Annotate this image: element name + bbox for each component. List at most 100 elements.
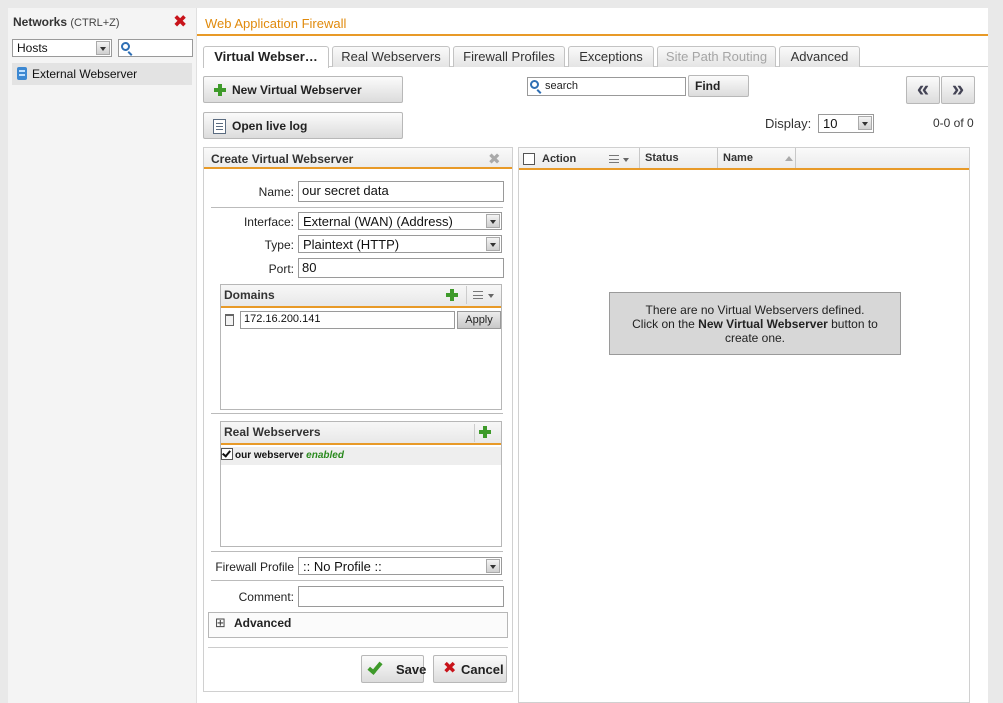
network-item-external-webserver[interactable]: External Webserver: [12, 63, 192, 85]
open-live-log-label: Open live log: [232, 119, 308, 133]
type-select[interactable]: Plaintext (HTTP): [298, 235, 502, 253]
empty-message-prefix: Click on the: [632, 317, 699, 331]
display-count-select[interactable]: 10: [818, 114, 874, 133]
port-field[interactable]: 80: [298, 258, 504, 278]
menu-icon: [609, 155, 619, 163]
tab-real-webservers[interactable]: Real Webservers: [332, 46, 450, 67]
interface-label: Interface:: [243, 215, 294, 229]
divider: [211, 551, 503, 552]
real-webserver-status: enabled: [306, 450, 344, 461]
column-status-label: Status: [645, 152, 679, 164]
delete-domain-button[interactable]: [224, 313, 236, 327]
chevron-down-icon: [486, 559, 500, 573]
port-label: Port:: [268, 262, 294, 276]
empty-state-message: There are no Virtual Webservers defined.…: [609, 292, 901, 355]
network-item-label: External Webserver: [32, 67, 138, 81]
networks-title: Networks (CTRL+Z): [13, 15, 120, 29]
close-icon[interactable]: ✖: [173, 13, 187, 30]
cancel-label: Cancel: [461, 662, 504, 677]
chevron-down-icon: [96, 41, 110, 55]
advanced-label: Advanced: [234, 616, 292, 630]
name-field[interactable]: our secret data: [298, 181, 504, 202]
column-action-label: Action: [542, 153, 577, 165]
host-icon: [17, 67, 27, 80]
empty-message-line3: create one.: [724, 331, 786, 345]
real-webserver-entry: our webserver enabled: [235, 450, 344, 461]
type-value: Plaintext (HTTP): [303, 237, 400, 252]
empty-message-line2: Click on the New Virtual Webserver butto…: [610, 317, 900, 331]
firewall-profile-value: :: No Profile ::: [303, 559, 382, 574]
search-input[interactable]: search: [527, 77, 686, 96]
prev-page-button[interactable]: «: [906, 76, 940, 104]
real-webserver-checkbox[interactable]: [221, 448, 233, 460]
comment-field[interactable]: [298, 586, 504, 607]
tab-virtual-webservers[interactable]: Virtual Webser…: [203, 46, 329, 68]
name-label: Name:: [258, 185, 294, 199]
chevron-down-icon: [486, 237, 500, 251]
apply-button[interactable]: Apply: [457, 311, 501, 329]
domains-menu-button[interactable]: [471, 289, 497, 301]
create-form-title: Create Virtual Webserver: [204, 148, 512, 169]
next-page-button[interactable]: »: [941, 76, 975, 104]
select-all-checkbox[interactable]: [523, 153, 535, 165]
real-webservers-title-text: Real Webservers: [224, 425, 321, 439]
sort-ascending-icon: [785, 156, 793, 161]
tab-firewall-profiles[interactable]: Firewall Profiles: [453, 46, 565, 67]
column-name-label: Name: [723, 152, 753, 164]
plus-icon: [214, 84, 226, 96]
check-icon: [222, 448, 231, 458]
chevron-down-icon: [488, 294, 494, 298]
networks-panel: [8, 8, 197, 703]
firewall-profile-label: Firewall Profile: [215, 560, 294, 574]
domains-title: Domains: [221, 285, 501, 308]
log-icon: [213, 119, 226, 134]
find-button[interactable]: Find: [688, 75, 749, 97]
plus-icon: [446, 289, 458, 301]
cancel-button[interactable]: ✖ Cancel: [433, 655, 507, 683]
tab-exceptions[interactable]: Exceptions: [568, 46, 654, 67]
divider: [466, 286, 467, 304]
networks-shortcut: (CTRL+Z): [70, 17, 120, 29]
title-divider: [197, 34, 988, 36]
networks-title-text: Networks: [13, 15, 68, 29]
add-real-webserver-button[interactable]: [479, 426, 491, 438]
plus-icon: [479, 426, 491, 438]
networks-search-input[interactable]: [118, 39, 193, 57]
result-count: 0-0 of 0: [933, 116, 974, 130]
action-column-menu[interactable]: [609, 154, 633, 166]
divider: [211, 207, 503, 208]
real-webserver-name: our webserver: [235, 450, 304, 461]
divider: [474, 424, 475, 442]
new-virtual-webserver-button[interactable]: New Virtual Webserver: [203, 76, 403, 103]
add-domain-button[interactable]: [446, 289, 458, 301]
chevron-down-icon: [858, 116, 872, 130]
tab-advanced[interactable]: Advanced: [779, 46, 860, 67]
interface-select[interactable]: External (WAN) (Address): [298, 212, 502, 230]
divider: [208, 647, 508, 648]
divider: [211, 413, 503, 414]
tab-site-path-routing: Site Path Routing: [657, 46, 776, 67]
interface-value: External (WAN) (Address): [303, 214, 453, 229]
column-status[interactable]: Status: [640, 148, 718, 168]
type-label: Type:: [264, 238, 294, 252]
open-live-log-button[interactable]: Open live log: [203, 112, 403, 139]
chevron-down-icon: [486, 214, 500, 228]
close-icon[interactable]: ✖: [488, 150, 501, 168]
display-count-value: 10: [823, 116, 838, 131]
empty-message-bold: New Virtual Webserver: [698, 317, 828, 331]
expand-icon[interactable]: ⊞: [215, 615, 226, 631]
menu-icon: [473, 291, 483, 299]
page-title: Web Application Firewall: [205, 16, 347, 31]
display-label: Display:: [765, 116, 812, 131]
comment-label: Comment:: [238, 590, 294, 604]
real-webservers-title: Real Webservers: [221, 422, 501, 445]
save-button[interactable]: Save: [361, 655, 426, 683]
networks-filter-select[interactable]: Hosts: [12, 39, 112, 57]
firewall-profile-select[interactable]: :: No Profile ::: [298, 557, 502, 575]
new-virtual-webserver-label: New Virtual Webserver: [232, 83, 362, 97]
check-icon: [367, 659, 383, 675]
domains-title-text: Domains: [224, 288, 275, 302]
networks-filter-value: Hosts: [17, 41, 48, 55]
domain-field[interactable]: 172.16.200.141: [240, 311, 455, 329]
x-icon: ✖: [443, 660, 457, 677]
